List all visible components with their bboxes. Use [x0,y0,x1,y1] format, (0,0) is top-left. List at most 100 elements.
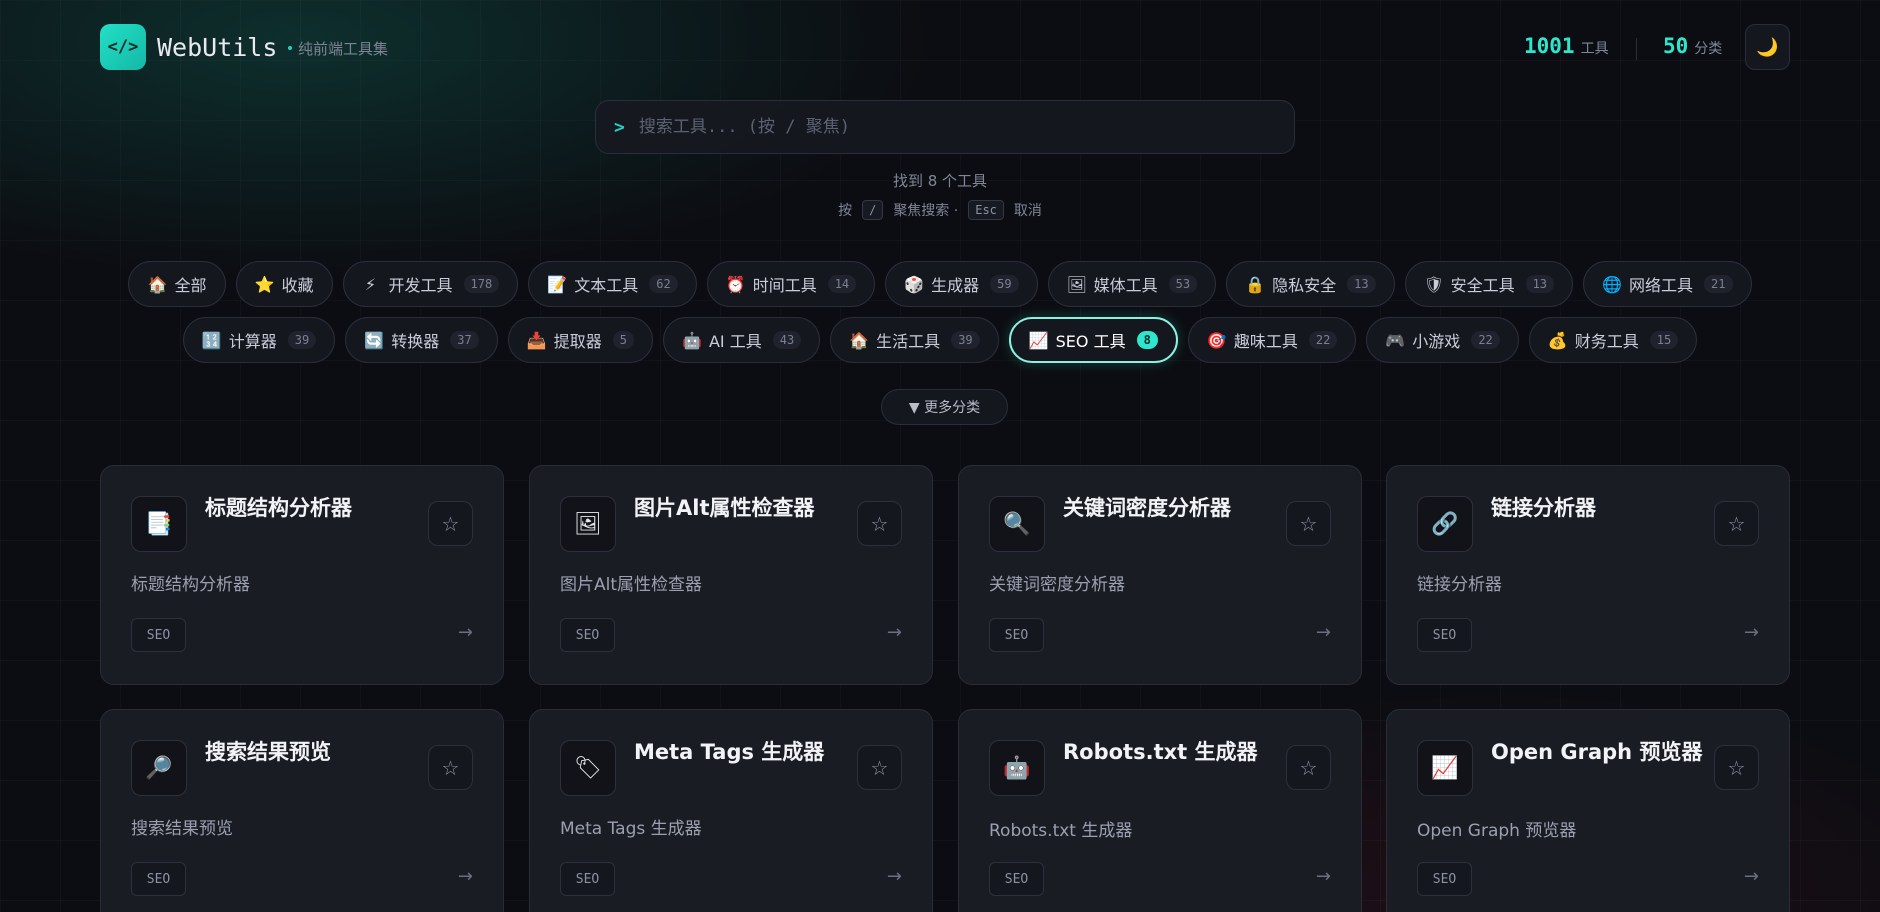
tagline: 纯前端工具集 [298,40,389,58]
tool-tag: SEO [1417,862,1472,896]
moon-icon: 🌙 [1756,36,1779,58]
category-label: 计算器 [228,332,277,351]
magnifier-right-icon: 🔎 [131,740,187,796]
arrow-right-icon[interactable]: → [887,866,902,887]
robot-icon: 🤖 [681,330,702,350]
tool-description: 关键词密度分析器 [989,575,1125,595]
category-generators[interactable]: 🎲 生成器 59 [885,261,1038,307]
prompt-icon: > [614,116,625,138]
favorite-star-button[interactable]: ☆ [428,501,473,546]
category-fun-tools[interactable]: 🎯 趣味工具 22 [1187,317,1357,363]
category-label: AI 工具 [708,332,762,351]
category-label: 安全工具 [1450,276,1515,295]
tool-title: 图片Alt属性检查器 [634,496,815,520]
favorite-star-button[interactable]: ☆ [857,501,902,546]
theme-toggle-button[interactable]: 🌙 [1745,24,1790,70]
tool-card[interactable]: 🔗 链接分析器 ☆ 链接分析器 SEO → [1386,465,1790,685]
tool-card[interactable]: 🤖 Robots.txt 生成器 ☆ Robots.txt 生成器 SEO → [958,709,1362,912]
category-count: 59 [990,275,1019,293]
favorite-star-button[interactable]: ☆ [1286,501,1331,546]
tool-description: Meta Tags 生成器 [560,819,702,839]
money-bag-icon: 💰 [1547,330,1568,350]
category-dev-tools[interactable]: ⚡ 开发工具 178 [342,261,519,307]
search-input[interactable] [638,117,1239,137]
tool-tag: SEO [1417,618,1472,652]
tool-card[interactable]: 🏷 Meta Tags 生成器 ☆ Meta Tags 生成器 SEO → [529,709,933,912]
favorite-star-button[interactable]: ☆ [857,745,902,790]
tool-title: Meta Tags 生成器 [634,740,825,764]
arrow-right-icon[interactable]: → [458,866,473,887]
star-icon: ⭐ [254,274,275,294]
tool-tag: SEO [989,618,1044,652]
tool-card[interactable]: 🔍 关键词密度分析器 ☆ 关键词密度分析器 SEO → [958,465,1362,685]
tag-icon: 🏷 [560,740,616,796]
target-icon: 🎯 [1206,330,1227,350]
category-life-tools[interactable]: 🏠 生活工具 39 [830,317,999,363]
category-label: 转换器 [391,332,440,351]
document-icon: 📑 [131,496,187,552]
tool-description: 图片Alt属性检查器 [560,575,703,595]
tool-card[interactable]: 📈 Open Graph 预览器 ☆ Open Graph 预览器 SEO → [1386,709,1790,912]
more-categories-button[interactable]: ▼ 更多分类 [881,389,1008,425]
tool-title: 链接分析器 [1491,496,1596,520]
favorite-star-button[interactable]: ☆ [1714,745,1759,790]
tool-card[interactable]: 📑 标题结构分析器 ☆ 标题结构分析器 SEO → [100,465,504,685]
brand-name[interactable]: WebUtils [157,33,277,62]
favorite-star-button[interactable]: ☆ [428,745,473,790]
category-count: 178 [463,275,500,293]
category-all[interactable]: 🏠 全部 [128,261,226,307]
lightning-icon: ⚡ [364,274,377,294]
category-security-tools[interactable]: 🛡 安全工具 13 [1404,261,1574,307]
tool-title: Robots.txt 生成器 [1063,740,1258,764]
category-label: 生成器 [931,276,980,295]
arrow-right-icon[interactable]: → [1316,866,1331,887]
magnifier-icon: 🔍 [989,496,1045,552]
category-time-tools[interactable]: ⏰ 时间工具 14 [706,261,876,307]
favorite-star-button[interactable]: ☆ [1714,501,1759,546]
arrow-right-icon[interactable]: → [887,622,902,643]
category-text-tools[interactable]: 📝 文本工具 62 [528,261,697,307]
category-count: 13 [1525,275,1555,293]
tool-title: 关键词密度分析器 [1063,496,1231,520]
arrow-right-icon[interactable]: → [1744,866,1759,887]
stat-divider [1636,38,1637,60]
shield-icon: 🛡 [1423,274,1444,294]
category-extractors[interactable]: 📥 提取器 5 [507,317,653,363]
category-label: SEO 工具 [1055,332,1126,351]
tool-card[interactable]: 🔎 搜索结果预览 ☆ 搜索结果预览 SEO → [100,709,504,912]
arrow-right-icon[interactable]: → [1744,622,1759,643]
tool-description: Robots.txt 生成器 [989,821,1133,841]
tools-label: 工具 [1580,41,1609,57]
category-finance-tools[interactable]: 💰 财务工具 15 [1528,317,1698,363]
category-calculators[interactable]: 🔢 计算器 39 [182,317,336,363]
category-count: 8 [1136,331,1158,349]
tool-card[interactable]: 🖼 图片Alt属性检查器 ☆ 图片Alt属性检查器 SEO → [529,465,933,685]
category-count: 43 [772,331,802,349]
esc-key: Esc [968,200,1004,220]
chart-up-icon: 📈 [1028,330,1049,350]
search-bar[interactable]: > [595,100,1295,154]
category-count: 39 [287,331,317,349]
category-converters[interactable]: 🔄 转换器 37 [345,317,498,363]
arrow-right-icon[interactable]: → [458,622,473,643]
category-ai-tools[interactable]: 🤖 AI 工具 43 [662,317,821,363]
category-seo-tools[interactable]: 📈 SEO 工具 8 [1008,317,1178,363]
arrow-right-icon[interactable]: → [1316,622,1331,643]
code-logo-icon[interactable]: </> [100,24,146,70]
dice-icon: 🎲 [904,274,925,294]
category-label: 时间工具 [752,276,817,295]
category-favorites[interactable]: ⭐ 收藏 [235,261,333,307]
category-network-tools[interactable]: 🌐 网络工具 21 [1583,261,1752,307]
category-privacy[interactable]: 🔒 隐私安全 13 [1226,261,1395,307]
keyboard-hints: 按 / 聚焦搜索 · Esc 取消 [0,200,1880,220]
category-mini-games[interactable]: 🎮 小游戏 22 [1366,317,1519,363]
category-count: 22 [1471,331,1500,349]
favorite-star-button[interactable]: ☆ [1286,745,1331,790]
tool-title: 搜索结果预览 [205,740,331,764]
category-label: 网络工具 [1629,276,1694,295]
category-label: 收藏 [281,276,314,295]
category-media-tools[interactable]: 🖼 媒体工具 53 [1047,261,1217,307]
category-label: 隐私安全 [1272,276,1337,295]
hint-press: 按 [838,203,853,219]
numbers-icon: 🔢 [201,330,222,350]
